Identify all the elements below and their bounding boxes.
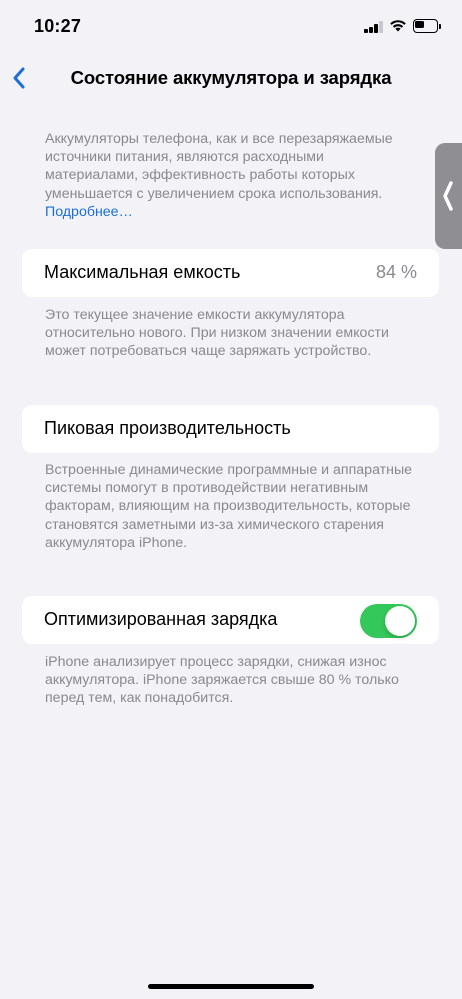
max-capacity-value: 84 % — [375, 262, 417, 282]
screen: 10:27 Состояние аккумулятора и зарядка А… — [0, 0, 462, 999]
peak-performance-label: Пиковая производительность — [44, 418, 291, 438]
peak-performance-description: Встроенные динамические программные и ап… — [45, 462, 413, 551]
max-capacity-label: Максимальная емкость — [44, 262, 241, 282]
page-title: Состояние аккумулятора и зарядка — [70, 67, 392, 88]
peak-performance-row[interactable]: Пиковая производительность — [22, 405, 439, 453]
battery-icon — [413, 19, 441, 34]
optimized-charging-toggle[interactable] — [360, 604, 417, 638]
optimized-charging-row: Оптимизированная зарядка — [22, 596, 439, 644]
home-indicator[interactable] — [148, 984, 314, 989]
toggle-knob — [385, 606, 415, 636]
cellular-signal-icon — [364, 21, 384, 33]
status-time: 10:27 — [34, 16, 82, 36]
intro-description: Аккумуляторы телефона, как и все перезар… — [45, 131, 393, 202]
optimized-charging-description: iPhone анализирует процесс зарядки, сниж… — [45, 654, 399, 707]
learn-more-link[interactable]: Подробнее… — [45, 204, 133, 220]
navigation-bar: Состояние аккумулятора и зарядка — [0, 56, 462, 102]
optimized-charging-label: Оптимизированная зарядка — [44, 609, 278, 629]
status-bar: 10:27 — [0, 0, 462, 56]
chevron-left-icon — [443, 181, 453, 211]
max-capacity-description: Это текущее значение емкости аккумулятор… — [45, 307, 389, 360]
intro-text: Аккумуляторы телефона, как и все перезар… — [45, 130, 415, 221]
wifi-icon — [389, 18, 407, 32]
max-capacity-row: Максимальная емкость 84 % — [22, 249, 439, 297]
side-panel-handle[interactable] — [435, 143, 462, 249]
